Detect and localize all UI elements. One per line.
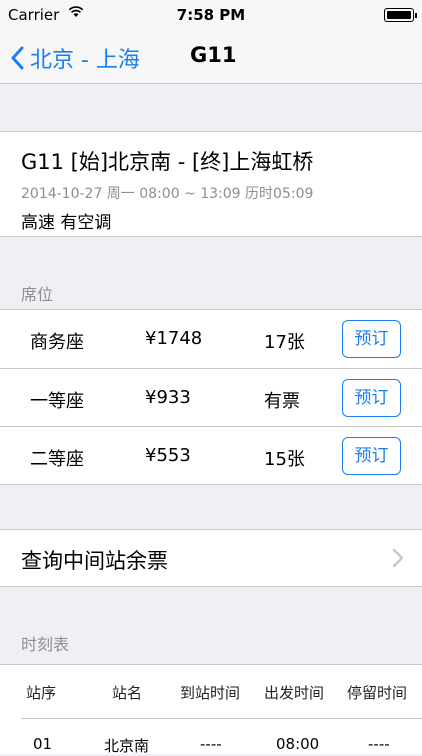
clock: 7:58 PM bbox=[176, 6, 246, 24]
navigation-bar: 北京 - 上海 G11 bbox=[0, 30, 422, 84]
table-cell: 01 bbox=[33, 735, 53, 753]
train-schedule: 2014-10-27 周一 08:00 ~ 13:09 历时05:09 bbox=[21, 186, 314, 202]
query-intermediate-label: 查询中间站余票 bbox=[21, 549, 168, 573]
timetable: 站序 站名 到站时间 出发时间 停留时间 01 北京南 ---- 08:00 -… bbox=[0, 664, 422, 755]
divider bbox=[21, 718, 422, 719]
seats-table: 商务座 ¥1748 17张 预订 一等座 ¥933 有票 预订 二等座 ¥553… bbox=[0, 309, 422, 485]
seat-row: 二等座 ¥553 15张 预订 bbox=[0, 426, 422, 485]
query-intermediate-stations-row[interactable]: 查询中间站余票 bbox=[0, 529, 422, 587]
battery-icon bbox=[384, 8, 417, 22]
column-header: 站序 bbox=[26, 684, 57, 702]
book-button[interactable]: 预订 bbox=[342, 437, 401, 475]
seat-class: 一等座 bbox=[30, 391, 84, 412]
seat-row: 商务座 ¥1748 17张 预订 bbox=[0, 310, 422, 368]
column-header: 到站时间 bbox=[180, 684, 241, 702]
seat-class: 商务座 bbox=[30, 332, 84, 353]
table-cell: 08:00 bbox=[276, 735, 320, 753]
train-type: 高速 有空调 bbox=[21, 213, 112, 233]
train-title: G11 [始]北京南 - [终]上海虹桥 bbox=[21, 150, 314, 174]
column-header: 站名 bbox=[112, 684, 143, 702]
seat-availability: 15张 bbox=[264, 449, 305, 470]
timetable-section-label: 时刻表 bbox=[21, 635, 70, 654]
table-cell: ---- bbox=[368, 735, 390, 753]
book-button[interactable]: 预订 bbox=[342, 320, 401, 358]
seat-availability: 有票 bbox=[264, 391, 300, 412]
column-header: 停留时间 bbox=[347, 684, 408, 702]
column-header: 出发时间 bbox=[264, 684, 325, 702]
seats-section-label: 席位 bbox=[21, 285, 54, 304]
page-title: G11 bbox=[190, 43, 237, 67]
seat-availability: 17张 bbox=[264, 332, 305, 353]
chevron-left-icon bbox=[11, 46, 24, 70]
chevron-right-icon bbox=[392, 548, 404, 568]
table-cell: 北京南 bbox=[104, 737, 150, 755]
seat-class: 二等座 bbox=[30, 449, 84, 470]
seat-price: ¥553 bbox=[145, 445, 191, 466]
seat-price: ¥1748 bbox=[145, 328, 203, 349]
book-button[interactable]: 预订 bbox=[342, 379, 401, 417]
status-bar: Carrier 7:58 PM bbox=[0, 0, 422, 30]
train-info-card: G11 [始]北京南 - [终]上海虹桥 2014-10-27 周一 08:00… bbox=[0, 131, 422, 237]
back-button[interactable]: 北京 - 上海 bbox=[10, 42, 140, 74]
seat-price: ¥933 bbox=[145, 387, 191, 408]
seat-row: 一等座 ¥933 有票 预订 bbox=[0, 368, 422, 427]
table-cell: ---- bbox=[200, 735, 222, 753]
back-button-label: 北京 - 上海 bbox=[30, 48, 140, 73]
